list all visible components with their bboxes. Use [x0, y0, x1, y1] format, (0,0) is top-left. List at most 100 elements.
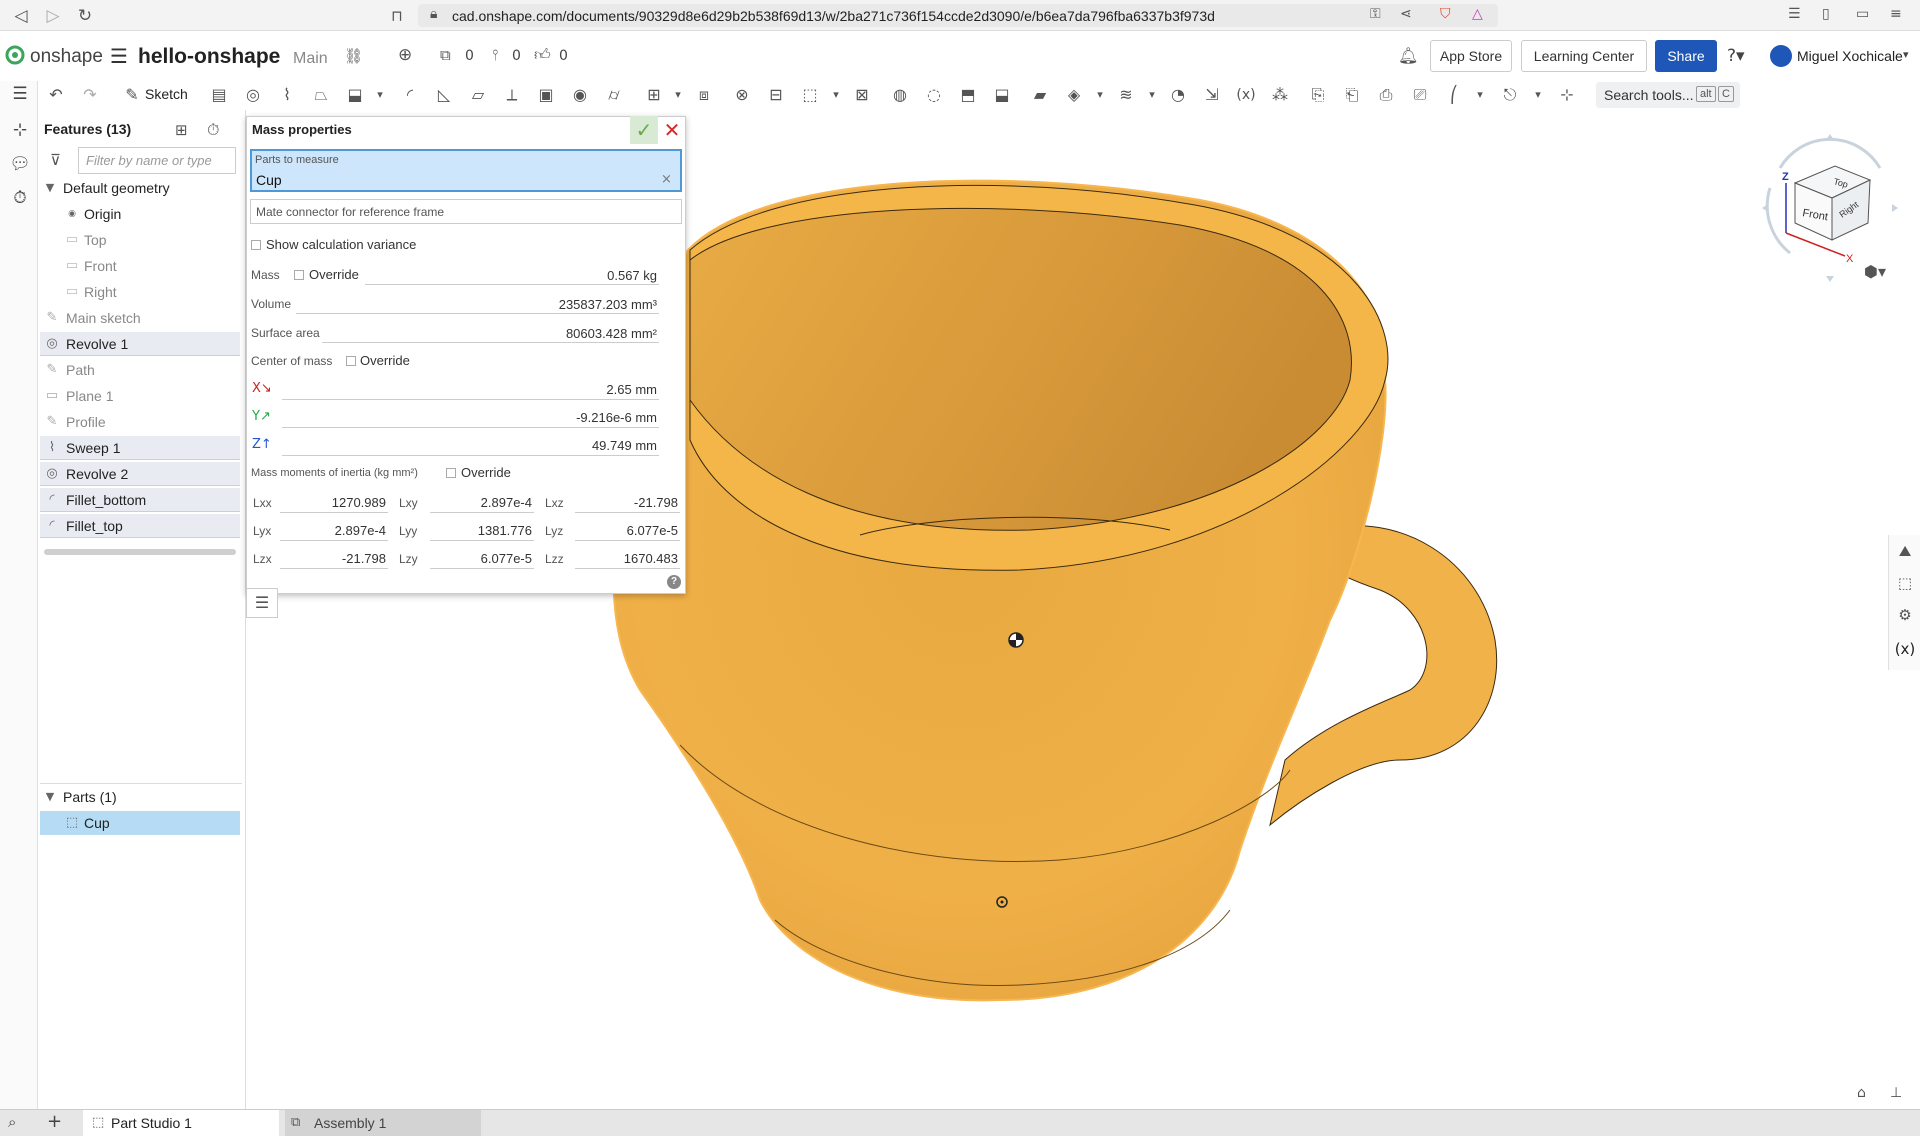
- measure-icon[interactable]: ◔: [1166, 84, 1190, 106]
- menu-icon[interactable]: ≡: [1890, 6, 1902, 22]
- display-mode-icon[interactable]: ⌂: [1857, 1085, 1866, 1101]
- feature-item-origin[interactable]: ◉ Origin: [40, 202, 240, 226]
- user-name[interactable]: Miguel Xochicale: [1797, 48, 1903, 64]
- com-override-checkbox[interactable]: [346, 356, 356, 366]
- chevron-down-icon[interactable]: ▾: [368, 84, 392, 106]
- draft-icon[interactable]: ▱: [466, 84, 490, 106]
- chevron-down-icon[interactable]: ▾: [1088, 84, 1112, 106]
- replace-face-icon[interactable]: ⬓: [990, 84, 1014, 106]
- appearance-icon[interactable]: ⛰: [1894, 542, 1916, 564]
- sketch-button[interactable]: Sketch: [145, 86, 188, 102]
- parts-panel-icon[interactable]: ⬚: [1894, 574, 1916, 596]
- rewards-icon[interactable]: △: [1472, 6, 1483, 22]
- move-face-icon[interactable]: ⬒: [956, 84, 980, 106]
- reading-list-icon[interactable]: ☰: [1788, 6, 1801, 22]
- helix-icon[interactable]: ≋: [1114, 84, 1138, 106]
- parts-folder[interactable]: ▼ Parts (1): [40, 785, 240, 809]
- feature-item-top[interactable]: ▭ Top: [40, 228, 240, 252]
- mate-connector-icon[interactable]: ◈: [1062, 84, 1086, 106]
- chevron-down-icon[interactable]: ▾: [1903, 48, 1909, 61]
- reload-icon[interactable]: ↻: [74, 5, 96, 27]
- configure-icon[interactable]: ⁂: [1268, 84, 1292, 106]
- redo-icon[interactable]: ↷: [78, 84, 102, 106]
- app-store-button[interactable]: App Store: [1430, 40, 1512, 72]
- transform-icon[interactable]: ⬚: [798, 84, 822, 106]
- branch-label[interactable]: Main: [293, 50, 328, 68]
- search-tabs-icon[interactable]: ⌕: [8, 1113, 16, 1131]
- onshape-logo-icon[interactable]: [4, 44, 26, 66]
- chevron-down-icon[interactable]: ▼: [42, 785, 58, 809]
- url-text[interactable]: cad.onshape.com/documents/90329d8e6d29b2…: [452, 8, 1215, 24]
- insert-icon[interactable]: ⊹: [9, 120, 31, 142]
- plane-icon[interactable]: ▰: [1028, 84, 1052, 106]
- chevron-down-icon[interactable]: ▼: [42, 176, 58, 200]
- mirror-icon[interactable]: ⧈: [692, 84, 716, 106]
- search-tools-label[interactable]: Search tools...: [1604, 87, 1694, 103]
- close-icon[interactable]: ✕: [660, 116, 684, 144]
- parts-to-measure-value[interactable]: Cup: [256, 172, 282, 188]
- import-icon[interactable]: ⇲: [1200, 84, 1224, 106]
- chamfer-icon[interactable]: ◺: [432, 84, 456, 106]
- clear-selection-icon[interactable]: ×: [661, 172, 672, 187]
- branches-icon[interactable]: ⫯: [492, 46, 499, 64]
- fillet-icon[interactable]: ◜: [398, 84, 422, 106]
- undo-icon[interactable]: ↶: [44, 84, 68, 106]
- show-variance-checkbox[interactable]: [251, 240, 261, 250]
- tab-icon[interactable]: ⎙: [1374, 84, 1398, 106]
- onshape-logo-text[interactable]: onshape: [30, 46, 103, 68]
- bookmark-icon[interactable]: ⊓: [386, 5, 408, 27]
- variable-icon[interactable]: (x): [1234, 84, 1258, 106]
- sketch-icon[interactable]: ✎: [120, 84, 144, 106]
- chevron-down-icon[interactable]: ▾: [1468, 84, 1492, 106]
- feature-item-sweep-1[interactable]: ⌇ Sweep 1: [40, 436, 240, 460]
- help-icon[interactable]: ?: [667, 575, 681, 589]
- versions-icon[interactable]: ⧉: [440, 46, 451, 64]
- rib-icon[interactable]: ⟂: [500, 84, 524, 106]
- globe-icon[interactable]: ⊕: [398, 45, 412, 65]
- default-geometry-folder[interactable]: ▼ Default geometry: [40, 176, 240, 200]
- chevron-down-icon[interactable]: ▾: [1526, 84, 1550, 106]
- thicken-icon[interactable]: ⬓: [343, 84, 367, 106]
- boolean-icon[interactable]: ⊗: [730, 84, 754, 106]
- feature-list-icon[interactable]: ☰: [9, 84, 31, 106]
- chevron-down-icon[interactable]: ▾: [666, 84, 690, 106]
- sidebar-icon[interactable]: ▯: [1822, 6, 1830, 22]
- list-icon[interactable]: ☰: [246, 588, 278, 618]
- sweep-icon[interactable]: ⌇: [275, 84, 299, 106]
- feature-item-profile[interactable]: ✎ Profile: [40, 410, 240, 434]
- extrude-icon[interactable]: ▤: [207, 84, 231, 106]
- link-icon[interactable]: ⛓: [344, 47, 363, 65]
- feature-item-path[interactable]: ✎ Path: [40, 358, 240, 382]
- tab-assembly[interactable]: ⧉ Assembly 1: [285, 1110, 481, 1136]
- feature-item-fillet-bottom[interactable]: ◜ Fillet_bottom: [40, 488, 240, 512]
- finish-icon[interactable]: ⎋: [1498, 84, 1522, 106]
- feature-item-revolve-2[interactable]: ◎ Revolve 2: [40, 462, 240, 486]
- feature-item-revolve-1[interactable]: ◎ Revolve 1: [40, 332, 240, 356]
- forward-icon[interactable]: ▷: [42, 5, 64, 27]
- shell-icon[interactable]: ▣: [534, 84, 558, 106]
- loft-icon[interactable]: ⏢: [309, 84, 333, 106]
- mass-override-checkbox[interactable]: [294, 270, 304, 280]
- view-cube[interactable]: Top Front Right Z X: [1750, 128, 1910, 288]
- avatar[interactable]: [1770, 45, 1792, 67]
- history-icon[interactable]: ⏱︎: [9, 188, 31, 210]
- key-icon[interactable]: ⚿: [1370, 6, 1381, 22]
- delete-face-icon[interactable]: ◌: [922, 84, 946, 106]
- measure-bar-icon[interactable]: ⊥: [1890, 1085, 1902, 1101]
- share-button[interactable]: Share: [1655, 40, 1717, 72]
- chevron-down-icon[interactable]: ▾: [1140, 84, 1164, 106]
- notifications-icon[interactable]: 🔔︎: [1398, 46, 1418, 65]
- corner-icon[interactable]: ⎚: [1408, 84, 1432, 106]
- add-folder-icon[interactable]: ⊞: [175, 121, 188, 139]
- help-icon[interactable]: ?▾: [1727, 46, 1745, 66]
- brave-shield-icon[interactable]: ⛉: [1440, 6, 1451, 22]
- confirm-icon[interactable]: ✓: [630, 116, 658, 144]
- view-options-icon[interactable]: ⬢▾: [1864, 262, 1886, 281]
- hole-icon[interactable]: ◉: [568, 84, 592, 106]
- tab-part-studio[interactable]: ⬚ Part Studio 1: [83, 1110, 279, 1136]
- add-tab-icon[interactable]: +: [47, 1111, 62, 1132]
- part-item-cup[interactable]: ⬚ Cup: [40, 811, 240, 835]
- flange-icon[interactable]: ⎗: [1340, 84, 1364, 106]
- split-icon[interactable]: ⊟: [764, 84, 788, 106]
- add-custom-feature-icon[interactable]: ⊹: [1555, 84, 1579, 106]
